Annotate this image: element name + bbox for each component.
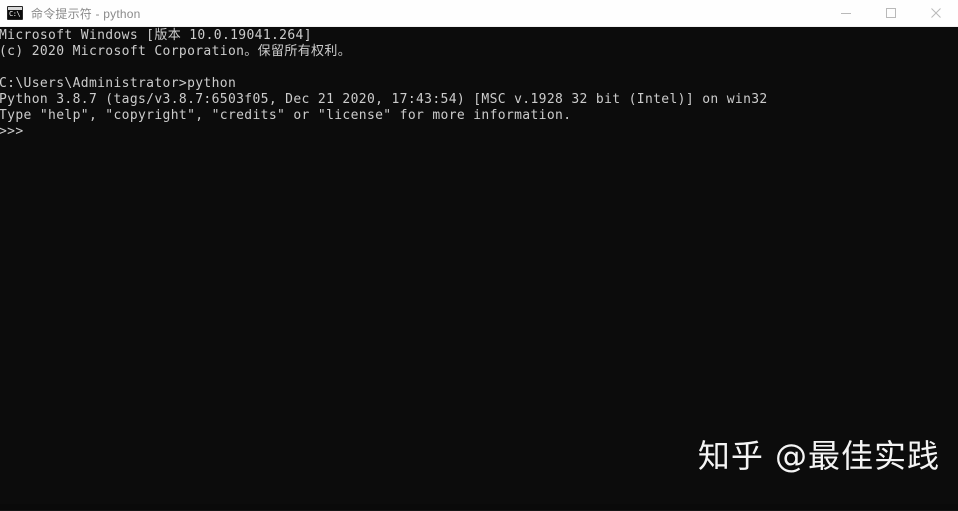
minimize-icon [840,13,851,14]
background-window-sliver [0,504,958,511]
window-title: 命令提示符 - python [31,6,141,21]
minimize-button[interactable] [823,0,868,27]
cmd-prompt-icon: C:\ [7,6,23,20]
close-icon [930,8,941,18]
watermark-zhihu: 知乎 @最佳实践 [697,437,940,475]
window-controls [823,0,958,27]
close-button[interactable] [913,0,958,27]
console-text: Microsoft Windows [版本 10.0.19041.264] (c… [0,28,768,139]
console-output-area[interactable]: Microsoft Windows [版本 10.0.19041.264] (c… [0,27,958,504]
cmd-icon-glyph: C:\ [9,10,21,18]
maximize-button[interactable] [868,0,913,27]
maximize-icon [885,8,896,18]
titlebar-left-group: C:\ 命令提示符 - python [0,5,823,22]
cmd-window: C:\ 命令提示符 - python Microsoft Windows [版本… [0,0,958,511]
window-titlebar[interactable]: C:\ 命令提示符 - python [0,0,958,27]
